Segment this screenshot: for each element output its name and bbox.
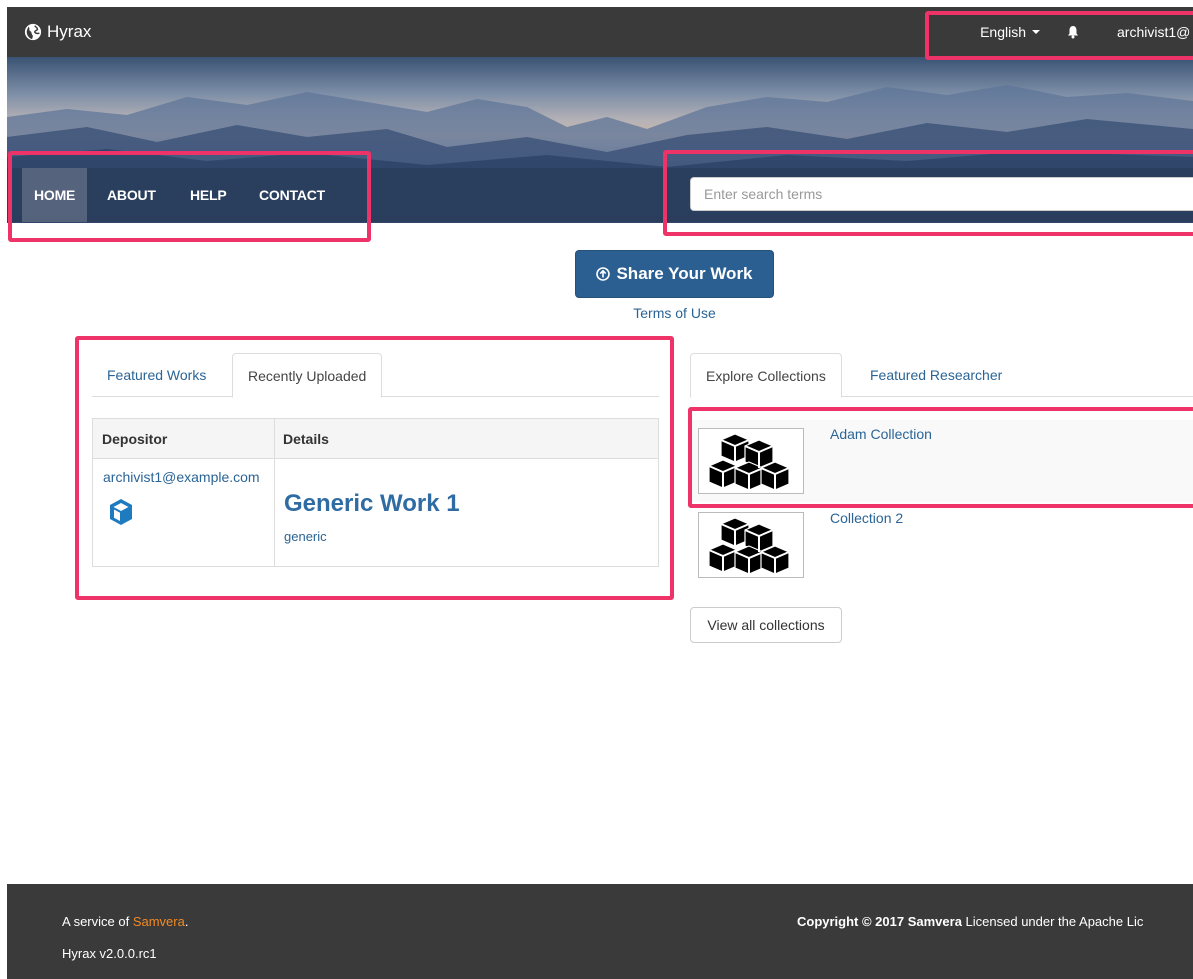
footer-copyright: Copyright © 2017 Samvera Licensed under … bbox=[797, 914, 1143, 929]
globe-icon bbox=[24, 23, 42, 41]
work-type-link[interactable]: generic bbox=[284, 529, 327, 544]
brand-label: Hyrax bbox=[47, 22, 92, 41]
cubes-icon bbox=[708, 433, 790, 491]
nav-home[interactable]: HOME bbox=[22, 168, 88, 222]
share-your-work-button[interactable]: Share Your Work bbox=[575, 250, 774, 298]
column-header-depositor: Depositor bbox=[102, 431, 168, 447]
footer-service-suffix: . bbox=[184, 914, 189, 929]
collection-row: Adam Collection bbox=[690, 420, 1193, 502]
footer-version: Hyrax v2.0.0.rc1 bbox=[62, 946, 157, 961]
language-dropdown[interactable]: English bbox=[980, 24, 1040, 40]
license-text: Licensed under the Apache Lic bbox=[961, 914, 1144, 929]
tab-featured-researcher[interactable]: Featured Researcher bbox=[855, 353, 1017, 397]
cubes-icon bbox=[708, 517, 790, 575]
share-button-label: Share Your Work bbox=[616, 264, 753, 283]
work-cube-icon[interactable] bbox=[108, 497, 134, 527]
view-all-collections-button[interactable]: View all collections bbox=[690, 607, 842, 643]
caret-down-icon bbox=[1032, 30, 1040, 34]
depositor-link[interactable]: archivist1@example.com bbox=[103, 469, 260, 485]
footer-service-prefix: A service of bbox=[62, 914, 130, 929]
top-navbar: Hyrax English archivist1@ bbox=[7, 7, 1193, 57]
table-header-row: Depositor Details bbox=[93, 419, 658, 459]
column-header-details: Details bbox=[283, 431, 329, 447]
masthead-banner: HOME ABOUT HELP CONTACT bbox=[7, 57, 1193, 223]
collection-thumbnail[interactable] bbox=[698, 428, 804, 494]
collection-name-link[interactable]: Collection 2 bbox=[830, 510, 903, 526]
collection-thumbnail[interactable] bbox=[698, 512, 804, 578]
brand-link[interactable]: Hyrax bbox=[24, 22, 91, 42]
user-dropdown[interactable]: archivist1@ bbox=[1117, 24, 1193, 40]
language-label: English bbox=[980, 24, 1026, 40]
tab-featured-works[interactable]: Featured Works bbox=[92, 353, 221, 397]
user-menu-area: English archivist1@ bbox=[980, 7, 1193, 57]
nav-help[interactable]: HELP bbox=[178, 168, 239, 222]
upload-circle-icon bbox=[596, 267, 611, 281]
collection-name-link[interactable]: Adam Collection bbox=[830, 426, 932, 442]
works-tabs: Featured Works Recently Uploaded bbox=[92, 353, 659, 398]
nav-contact[interactable]: CONTACT bbox=[247, 168, 337, 222]
column-divider bbox=[274, 419, 275, 566]
nav-about[interactable]: ABOUT bbox=[95, 168, 168, 222]
search-input[interactable] bbox=[690, 177, 1193, 211]
footer-service-line: A service of Samvera. bbox=[62, 914, 188, 929]
samvera-link[interactable]: Samvera bbox=[133, 914, 185, 929]
tab-explore-collections[interactable]: Explore Collections bbox=[690, 353, 842, 398]
footer: A service of Samvera. Hyrax v2.0.0.rc1 C… bbox=[7, 884, 1193, 979]
copyright-bold-text: Copyright © 2017 Samvera bbox=[797, 914, 962, 929]
collections-tabs: Explore Collections Featured Researcher bbox=[690, 353, 1193, 398]
terms-of-use-link[interactable]: Terms of Use bbox=[575, 305, 774, 321]
bell-icon[interactable] bbox=[1066, 25, 1080, 39]
tab-recently-uploaded[interactable]: Recently Uploaded bbox=[232, 353, 383, 398]
recently-uploaded-table: Depositor Details archivist1@example.com… bbox=[92, 418, 659, 567]
collection-row: Collection 2 bbox=[690, 504, 1193, 586]
work-title-link[interactable]: Generic Work 1 bbox=[284, 490, 460, 518]
